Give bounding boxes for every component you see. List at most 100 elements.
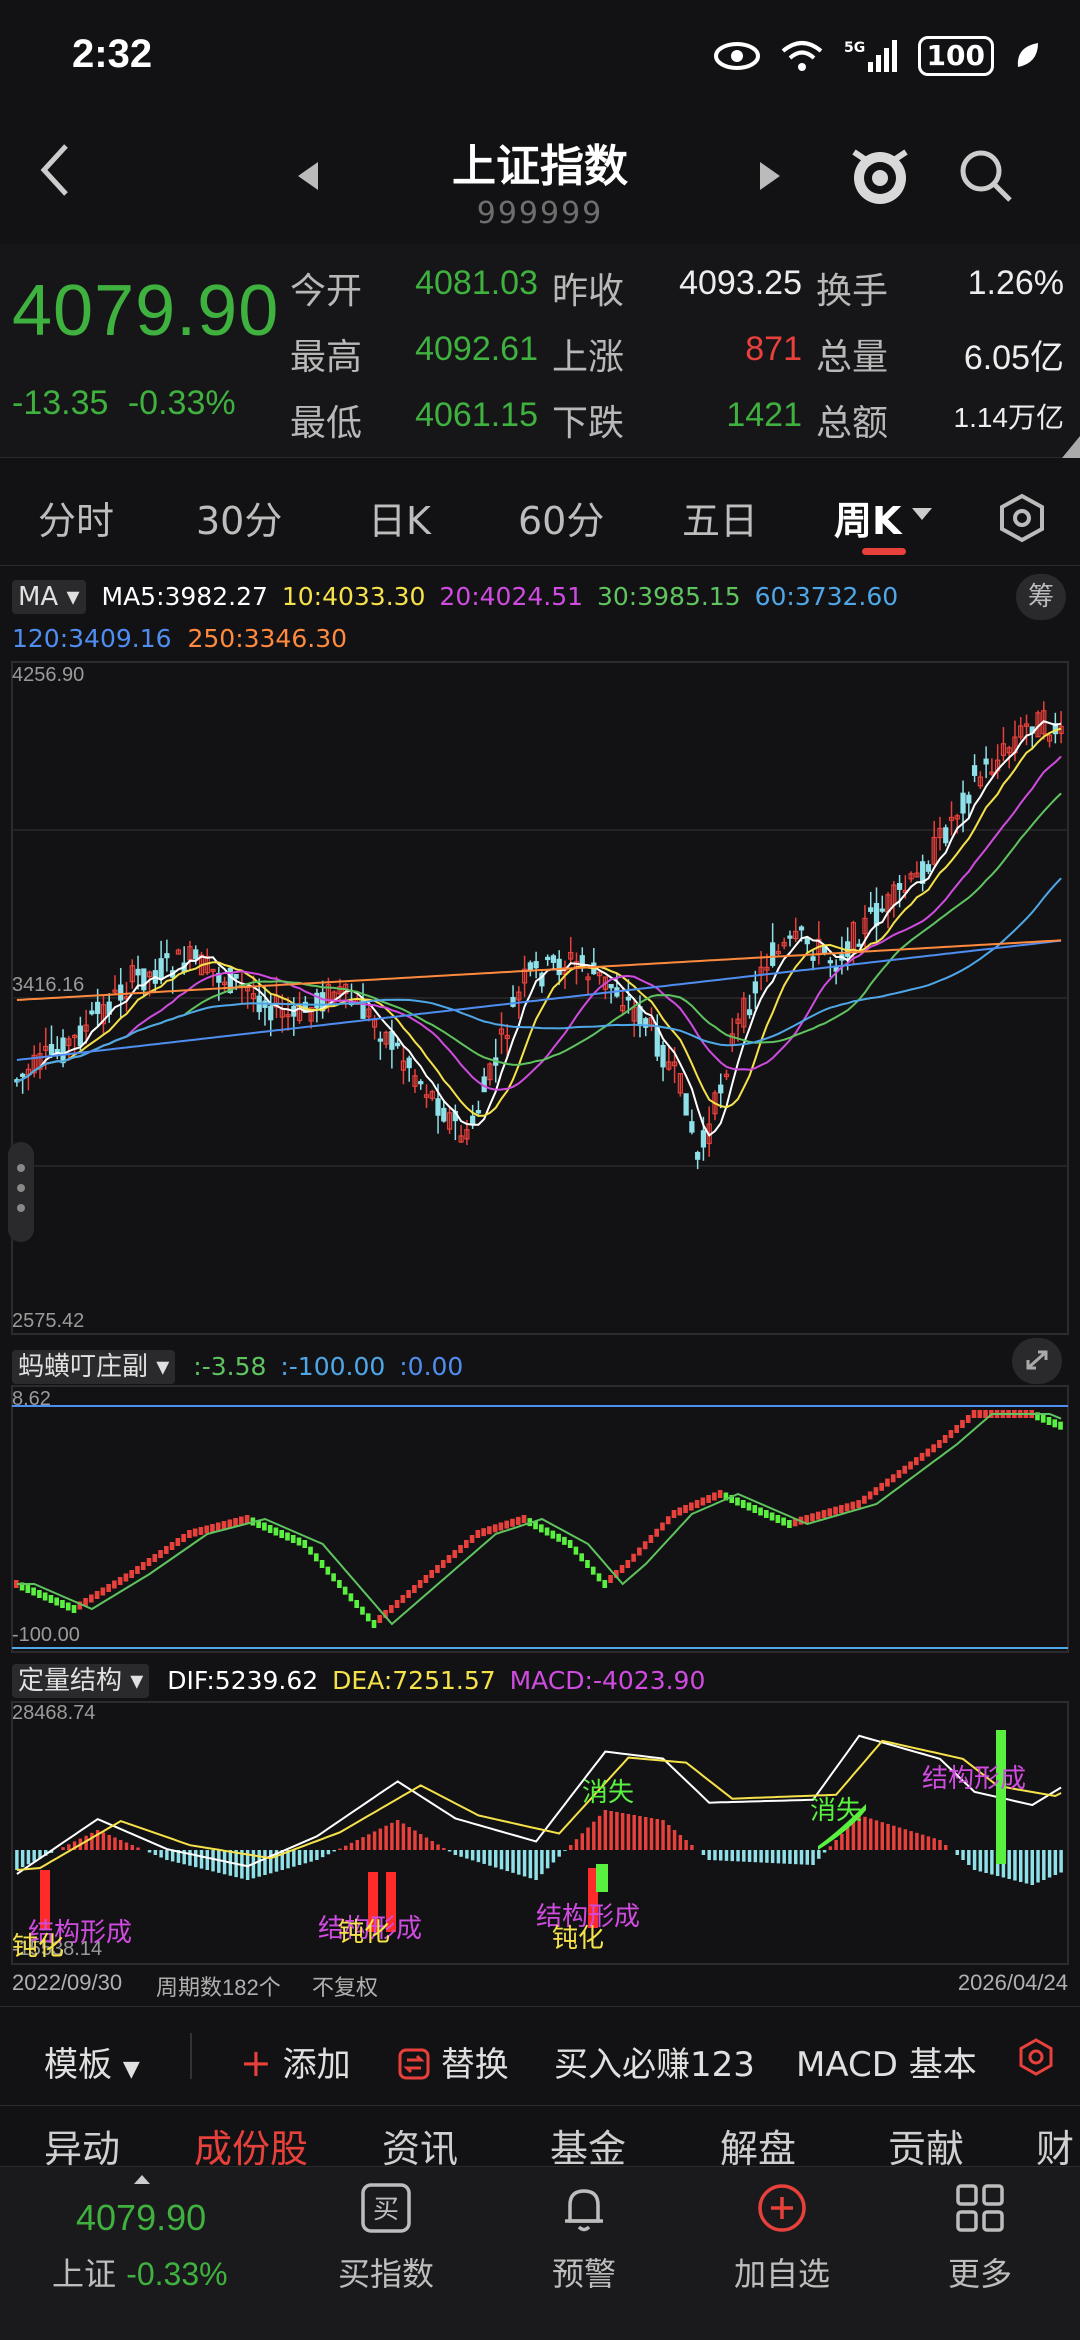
period-tabs: 分时 30分 日K 60分 五日 周K (0, 470, 1080, 566)
candle-body (798, 926, 805, 931)
chip-distribution-button[interactable]: 筹 (1016, 574, 1066, 620)
quote-label: 换手 (816, 271, 889, 312)
sub1-bar (158, 1550, 163, 1558)
sub1-bar (937, 1440, 942, 1448)
candle-body (389, 1030, 395, 1050)
caret-down-icon[interactable] (910, 506, 934, 522)
tab-5day[interactable]: 五日 (682, 490, 758, 545)
add-indicator-button[interactable]: + 添加 (240, 2037, 351, 2086)
sub1-bar (262, 1522, 267, 1531)
sub1-bar (169, 1542, 175, 1550)
dif-value: DIF:5239.62 (167, 1666, 319, 1695)
sub1-bar (106, 1584, 111, 1592)
manage-gear-icon[interactable] (1016, 2037, 1056, 2077)
candle-body (233, 973, 239, 979)
sub1-bar (642, 1541, 648, 1550)
sub1-bar (717, 1490, 723, 1498)
template-button[interactable]: 模板 ▼ (44, 2037, 140, 2086)
tab-contribution[interactable]: 贡献 (888, 2118, 964, 2173)
wifi-icon (781, 41, 822, 71)
candle-body (550, 955, 557, 963)
sub1-bar (896, 1470, 902, 1478)
ma-legend-line2: 120:3409.16 250:3346.30 (12, 624, 347, 653)
svg-text:5G: 5G (844, 40, 865, 56)
kline-chart[interactable] (0, 660, 1080, 1336)
nav-price: 4079.90 (76, 2197, 207, 2238)
corner-fold-icon (1062, 436, 1080, 458)
tab-intraday[interactable]: 分时 (38, 490, 114, 545)
tab-60min[interactable]: 60分 (518, 490, 604, 545)
sub1-bar (192, 1528, 198, 1537)
tab-movement[interactable]: 异动 (44, 2118, 120, 2173)
sub1-bar (187, 1530, 192, 1538)
ma-selector[interactable]: MA ▾ (12, 580, 86, 614)
sub1-bar (273, 1527, 279, 1536)
sub1-bar (267, 1525, 273, 1533)
sub1-bar (810, 1513, 815, 1522)
sub1-bar (296, 1537, 302, 1546)
sub1-selector[interactable]: 蚂蟥叮庄副 ▾ (12, 1350, 176, 1384)
sub1-bar (573, 1546, 579, 1555)
tab-weekly[interactable]: 周K (834, 490, 901, 545)
indicator-macd-button[interactable]: MACD 基本 (796, 2037, 977, 2086)
sub1-bar (37, 1590, 42, 1598)
quote-label: 最低 (290, 403, 363, 444)
sub1-bar (850, 1501, 856, 1510)
sub1-bar (914, 1457, 919, 1466)
sub1-bar (112, 1580, 117, 1589)
tab-news[interactable]: 资讯 (382, 2118, 458, 2173)
sub1-bar (1052, 1419, 1058, 1428)
tab-analysis[interactable]: 解盘 (720, 2118, 796, 2173)
nav-add-watchlist[interactable]: 加自选 (702, 2181, 862, 2295)
sub1-bar (648, 1535, 654, 1543)
sub1-bar (325, 1566, 331, 1575)
tab-30min[interactable]: 30分 (196, 490, 282, 545)
nav-buy-index[interactable]: 买 买指数 (306, 2181, 466, 2295)
search-icon[interactable] (956, 146, 1016, 206)
period-count: 周期数182个 (156, 1975, 281, 2000)
annotation-vanish-2: 消失 (810, 1796, 863, 1826)
sub1-bar (129, 1570, 134, 1578)
candle-body (608, 983, 614, 989)
sub1-legend: 蚂蟥叮庄副 ▾ :-3.58 :-100.00 :0.00 (12, 1346, 463, 1384)
tab-funds[interactable]: 基金 (550, 2118, 626, 2173)
ma-selector-label: MA (18, 582, 59, 612)
sub1-bar (550, 1530, 556, 1539)
sub1-bar (585, 1560, 590, 1568)
sub2-selector[interactable]: 定量结构 ▾ (12, 1664, 150, 1698)
quote-value: 1.14万亿 (953, 402, 1065, 433)
content-tabs: 异动 成份股 资讯 基金 解盘 贡献 财 (0, 2110, 1080, 2173)
sub1-bar (42, 1592, 48, 1601)
tab-daily[interactable]: 日K (368, 490, 431, 545)
replace-indicator-button[interactable]: 替换 (398, 2037, 509, 2086)
next-index-arrow-icon[interactable] (760, 162, 780, 190)
candle-body (89, 1010, 95, 1015)
sub1-bar (504, 1520, 509, 1529)
sub1-bar (602, 1580, 608, 1588)
settings-hexagon-icon[interactable] (996, 492, 1048, 544)
mascot-icon[interactable] (846, 138, 914, 210)
indicator-buy-button[interactable]: 买入必赚123 (554, 2037, 755, 2086)
sub1-bar (285, 1532, 290, 1541)
sub1-bar (302, 1540, 308, 1548)
candle-body (268, 1005, 274, 1021)
expand-icon[interactable] (1012, 1338, 1062, 1384)
candle-body (827, 960, 833, 964)
caret-up-icon[interactable] (132, 2173, 152, 2185)
candle-body (164, 953, 170, 959)
candle-body (118, 984, 124, 1001)
sub1-chart[interactable] (0, 1384, 1080, 1654)
sub1-bar (1046, 1417, 1052, 1425)
chart-drag-handle[interactable] (8, 1142, 34, 1242)
sub1-bar (948, 1430, 954, 1438)
nav-more[interactable]: 更多 (900, 2181, 1060, 2295)
candle-body (418, 1081, 424, 1085)
nav-alert[interactable]: 预警 (504, 2181, 664, 2295)
tab-constituents[interactable]: 成份股 (194, 2118, 308, 2173)
ma250-value: 250:3346.30 (187, 624, 348, 653)
sub1-bar (700, 1497, 706, 1506)
sub1-bar (908, 1461, 913, 1470)
tab-finance[interactable]: 财 (1036, 2118, 1074, 2173)
sub1-bar (821, 1510, 827, 1518)
annotation-vanish-1: 消失 (582, 1778, 635, 1808)
